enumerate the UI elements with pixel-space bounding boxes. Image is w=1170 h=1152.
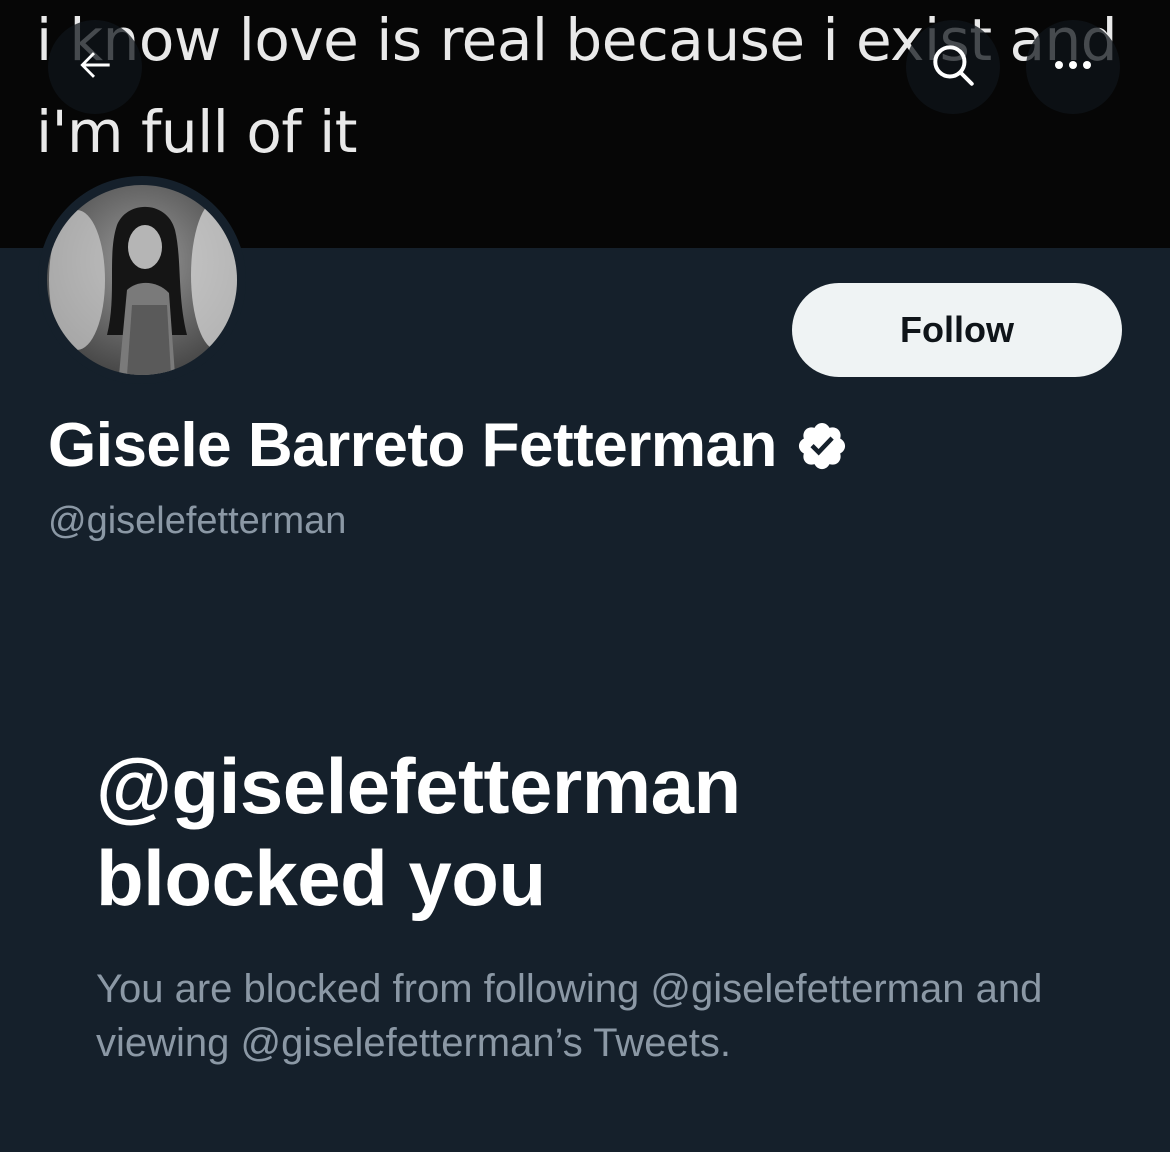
follow-button[interactable]: Follow xyxy=(792,283,1122,377)
avatar-container[interactable] xyxy=(38,176,246,384)
verified-badge-icon[interactable] xyxy=(795,419,849,473)
avatar[interactable] xyxy=(47,185,237,375)
banner-text: i know love is real because i exist and … xyxy=(36,6,1118,166)
blocked-description: You are blocked from following @giselefe… xyxy=(96,967,1043,1065)
blocked-heading-line1: @giselefetterman xyxy=(96,742,741,830)
profile-handle: @giselefetterman xyxy=(48,500,347,542)
arrow-left-icon xyxy=(73,43,117,92)
back-button[interactable] xyxy=(48,20,142,114)
search-button[interactable] xyxy=(906,20,1000,114)
display-name-row: Gisele Barreto Fetterman xyxy=(48,410,849,481)
blocked-heading-line2: blocked you xyxy=(96,834,546,922)
more-horizontal-icon xyxy=(1051,55,1095,80)
search-icon xyxy=(928,40,978,95)
blocked-heading: @giselefetterman blocked you xyxy=(96,740,1096,924)
more-options-button[interactable] xyxy=(1026,20,1120,114)
display-name: Gisele Barreto Fetterman xyxy=(48,411,777,480)
